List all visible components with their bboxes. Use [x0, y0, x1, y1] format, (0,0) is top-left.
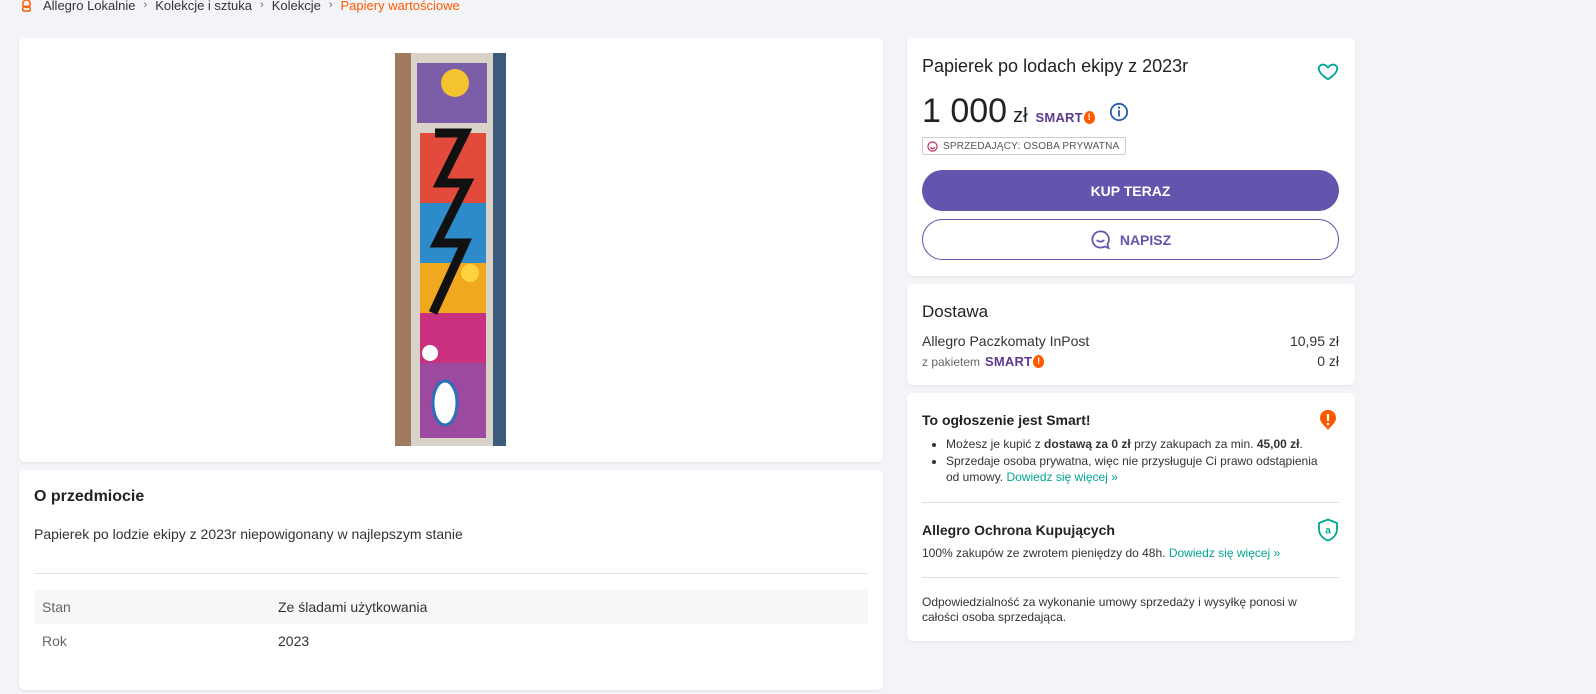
smart-info-title: To ogłoszenie jest Smart! [922, 412, 1091, 428]
allegro-lokalnie-logo-icon [22, 0, 31, 12]
buy-now-label: KUP TERAZ [1090, 182, 1171, 199]
seller-type-label: SPRZEDAJĄCY: OSOBA PRYWATNA [943, 140, 1120, 152]
smart-info-list: Możesz je kupić z dostawą za 0 zł przy z… [922, 436, 1332, 486]
seller-type-badge: SPRZEDAJĄCY: OSOBA PRYWATNA [922, 137, 1127, 155]
buy-now-button[interactable]: KUP TERAZ [922, 170, 1339, 211]
attribute-row-stan: Stan Ze śladami użytkowania [34, 590, 868, 624]
smiley-icon [927, 140, 938, 152]
smart-info-item-delivery: Możesz je kupić z dostawą za 0 zł przy z… [946, 436, 1332, 452]
image-gallery [19, 38, 883, 462]
smart-info-item-withdrawal: Sprzedaje osoba prywatna, więc nie przys… [946, 453, 1332, 485]
breadcrumb-kolekcje-i-sztuka[interactable]: Kolekcje i sztuka [155, 0, 252, 13]
shield-icon: a [1318, 518, 1338, 542]
breadcrumb-allegro-lokalnie[interactable]: Allegro Lokalnie [43, 0, 136, 13]
divider [922, 577, 1339, 578]
chat-icon [1091, 230, 1110, 250]
buy-box: Papierek po lodach ekipy z 2023r 1 000 z… [907, 38, 1355, 276]
smart-label: SMART [1035, 110, 1083, 125]
smart-exclamation-icon: ! [1083, 111, 1095, 124]
offer-title: Papierek po lodach ekipy z 2023r [922, 56, 1189, 76]
price-amount: 1 000 [922, 92, 1008, 130]
product-photo[interactable] [395, 53, 506, 446]
breadcrumb: Allegro Lokalnie › Kolekcje i sztuka › K… [20, 0, 460, 14]
smart-exclamation-icon: ! [1033, 355, 1045, 368]
ice-cream-wrapper-image [395, 53, 506, 446]
item-description: Papierek po lodzie ekipy z 2023r niepowi… [34, 526, 463, 542]
learn-more-link[interactable]: Dowiedz się więcej » [1006, 470, 1117, 484]
price: 1 000 zł SMART ! [922, 92, 1129, 131]
smart-delivery-cost: 0 zł [1317, 353, 1339, 369]
smart-info-section: To ogłoszenie jest Smart! Możesz je kupi… [907, 393, 1355, 641]
attribute-key: Rok [42, 633, 67, 649]
smart-package-row: z pakietem SMART ! [922, 354, 1045, 369]
attribute-row-rok: Rok 2023 [34, 624, 868, 658]
smart-exclamation-icon [1320, 410, 1336, 430]
svg-text:a: a [1325, 526, 1331, 537]
divider [34, 573, 868, 574]
breadcrumb-papiery-wartosciowe[interactable]: Papiery wartościowe [341, 0, 460, 13]
message-seller-label: NAPISZ [1119, 231, 1172, 248]
delivery-method: Allegro Paczkomaty InPost [922, 333, 1090, 349]
smart-badge: SMART ! [1036, 110, 1095, 125]
attribute-key: Stan [42, 599, 71, 615]
delivery-section: Dostawa Allegro Paczkomaty InPost 10,95 … [907, 284, 1355, 385]
chevron-right-icon: › [328, 0, 333, 11]
heart-icon[interactable] [1317, 60, 1339, 82]
info-icon[interactable] [1109, 102, 1129, 122]
smart-badge: SMART ! [985, 354, 1045, 369]
chevron-right-icon: › [260, 0, 264, 11]
delivery-title: Dostawa [922, 302, 989, 321]
price-currency: zł [1013, 105, 1028, 127]
chevron-right-icon: › [143, 0, 148, 11]
about-item-section: O przedmiocie Papierek po lodzie ekipy z… [19, 470, 883, 690]
attribute-value: Ze śladami użytkowania [278, 599, 428, 615]
liability-note: Odpowiedzialność za wykonanie umowy sprz… [922, 595, 1297, 624]
about-title: O przedmiocie [34, 488, 145, 505]
buyer-protection-title: Allegro Ochrona Kupujących [922, 522, 1115, 538]
message-seller-button[interactable]: NAPISZ [922, 219, 1339, 260]
attribute-value: 2023 [278, 633, 310, 649]
buyer-protection-text: 100% zakupów ze zwrotem pieniędzy do 48h… [922, 546, 1281, 560]
divider [922, 502, 1339, 503]
learn-more-link[interactable]: Dowiedz się więcej » [1169, 546, 1280, 560]
smart-label: SMART [985, 354, 1033, 369]
delivery-cost: 10,95 zł [1289, 333, 1339, 349]
package-label: z pakietem [922, 354, 981, 369]
breadcrumb-kolekcje[interactable]: Kolekcje [272, 0, 321, 13]
